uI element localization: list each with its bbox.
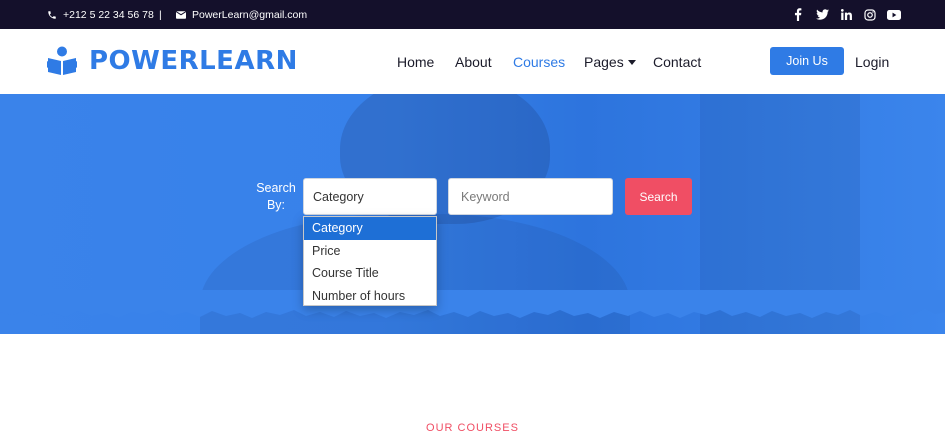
- dropdown-option-number-of-hours[interactable]: Number of hours: [304, 285, 436, 308]
- search-by-label: Search By:: [256, 181, 296, 212]
- reader-logo-icon: [47, 46, 77, 75]
- caret-down-icon: [627, 59, 636, 65]
- phone-icon: [48, 10, 56, 19]
- top-bar: +212 5 22 34 56 78 | PowerLearn@gmail.co…: [0, 0, 945, 29]
- nav-pages[interactable]: Pages: [584, 29, 636, 94]
- category-dropdown-list: Category Price Course Title Number of ho…: [303, 216, 437, 306]
- section-tag: OUR COURSES: [426, 422, 519, 434]
- brand-logo[interactable]: POWERLEARN: [47, 44, 298, 78]
- topbar-separator: |: [159, 8, 162, 21]
- phone-number: +212 5 22 34 56 78: [63, 8, 154, 21]
- login-link[interactable]: Login: [855, 29, 889, 94]
- email-info: PowerLearn@gmail.com: [176, 0, 307, 29]
- join-us-button[interactable]: Join Us: [770, 47, 844, 75]
- torn-paper-edge: [0, 290, 945, 318]
- nav-about[interactable]: About: [455, 29, 492, 94]
- dropdown-option-price[interactable]: Price: [304, 240, 436, 263]
- navbar: POWERLEARN Home About Courses Pages Cont…: [0, 29, 945, 94]
- envelope-icon: [176, 10, 186, 19]
- nav-courses[interactable]: Courses: [513, 29, 565, 94]
- nav-home[interactable]: Home: [397, 29, 434, 94]
- linkedin-icon[interactable]: [839, 8, 853, 22]
- keyword-input[interactable]: [448, 178, 613, 215]
- social-links: [791, 0, 901, 29]
- facebook-icon[interactable]: [791, 8, 805, 22]
- twitter-icon[interactable]: [815, 8, 829, 22]
- instagram-icon[interactable]: [863, 8, 877, 22]
- nav-contact[interactable]: Contact: [653, 29, 701, 94]
- category-select[interactable]: Category: [303, 178, 437, 215]
- email-address[interactable]: PowerLearn@gmail.com: [192, 9, 307, 21]
- dropdown-option-course-title[interactable]: Course Title: [304, 262, 436, 285]
- dropdown-option-category[interactable]: Category: [304, 217, 436, 240]
- brand-name: POWERLEARN: [89, 46, 298, 76]
- youtube-icon[interactable]: [887, 8, 901, 22]
- search-button[interactable]: Search: [625, 178, 692, 215]
- phone-info: +212 5 22 34 56 78: [47, 0, 154, 29]
- nav-pages-label: Pages: [584, 53, 624, 70]
